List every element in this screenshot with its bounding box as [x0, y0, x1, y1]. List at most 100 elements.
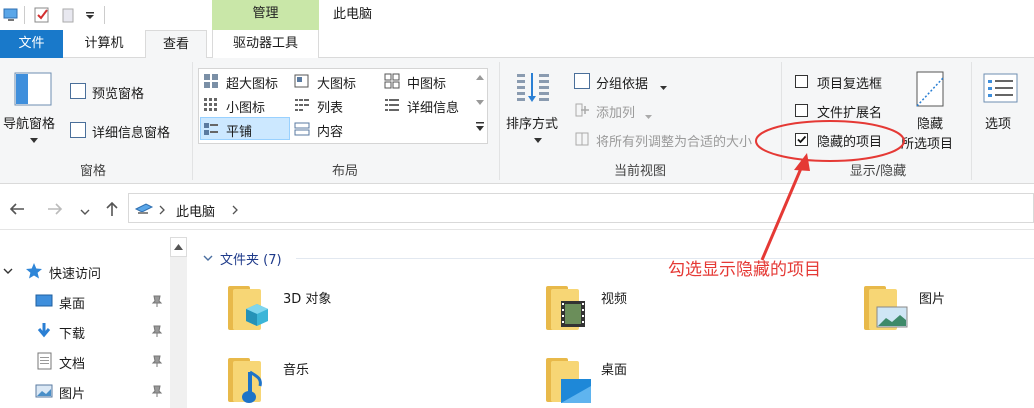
manage-contextual-tab[interactable]: 管理 — [212, 0, 319, 30]
details-pane-icon — [70, 122, 86, 138]
folder-icon[interactable] — [546, 286, 585, 330]
scroll-up-button[interactable] — [170, 237, 187, 257]
properties-icon[interactable] — [33, 6, 51, 24]
annotation-text: 勾选显示隐藏的项目 — [668, 260, 821, 280]
folder-music[interactable]: 音乐 — [283, 359, 309, 378]
hide-selected-label[interactable]: 隐藏 — [917, 113, 943, 132]
preview-pane-button[interactable]: 预览窗格 — [92, 83, 144, 102]
chevron-right-icon[interactable] — [158, 204, 166, 215]
title-bar — [0, 0, 1034, 30]
folder-3d-objects[interactable]: 3D 对象 — [283, 288, 331, 307]
layout-large-icons[interactable]: 大图标 — [317, 73, 356, 92]
hide-selected-icon[interactable] — [914, 70, 948, 110]
extra-large-icons-icon — [203, 73, 219, 89]
breadcrumb-location[interactable]: 此电脑 — [176, 201, 215, 220]
layout-content[interactable]: 内容 — [317, 121, 343, 140]
item-checkboxes-checkbox[interactable] — [795, 75, 808, 88]
tab-computer[interactable]: 计算机 — [68, 30, 140, 58]
download-icon — [35, 322, 53, 340]
pin-icon[interactable] — [150, 354, 164, 368]
preview-pane-icon — [70, 83, 86, 99]
up-arrow-icon[interactable] — [103, 200, 121, 218]
desktop-icon — [35, 293, 53, 309]
quick-access-label[interactable]: 快速访问 — [49, 263, 101, 282]
options-button[interactable]: 选项 — [985, 113, 1011, 132]
group-by-icon — [574, 73, 590, 89]
layout-tiles[interactable]: 平铺 — [226, 121, 252, 140]
group-label-current-view: 当前视图 — [613, 164, 666, 179]
sort-by-button[interactable]: 排序方式 — [506, 113, 558, 132]
annotation-arrow-line — [760, 165, 804, 261]
folder-icon[interactable] — [228, 286, 268, 330]
add-column-button[interactable]: 添加列 — [596, 102, 635, 121]
chevron-down-icon — [534, 132, 542, 143]
group-by-button[interactable]: 分组依据 — [596, 73, 648, 92]
sort-by-icon[interactable] — [515, 70, 553, 106]
details-icon — [384, 97, 400, 113]
add-column-icon — [574, 102, 590, 118]
folder-videos[interactable]: 视频 — [601, 288, 627, 307]
section-collapse-chevron-icon[interactable] — [202, 252, 214, 262]
file-extensions-checkbox[interactable] — [795, 104, 808, 117]
back-arrow-icon[interactable] — [8, 200, 26, 218]
picture-icon — [35, 383, 53, 399]
list-icon — [294, 97, 310, 113]
layout-small-icons[interactable]: 小图标 — [226, 97, 265, 116]
layout-details[interactable]: 详细信息 — [407, 97, 459, 116]
tab-file[interactable]: 文件 — [0, 30, 63, 58]
group-separator — [971, 62, 972, 180]
nav-item-desktop[interactable]: 桌面 — [59, 293, 85, 312]
nav-item-pictures[interactable]: 图片 — [59, 383, 85, 402]
group-separator — [499, 62, 500, 180]
toolbar-divider — [104, 6, 105, 24]
nav-pane-icon[interactable] — [14, 72, 52, 106]
new-folder-icon[interactable] — [60, 6, 76, 24]
toolbar-divider — [24, 6, 25, 24]
options-icon[interactable] — [983, 72, 1019, 106]
document-icon — [37, 352, 53, 370]
chevron-down-icon — [645, 108, 652, 119]
tab-view[interactable]: 查看 — [145, 30, 207, 59]
customize-qat-icon[interactable] — [84, 10, 96, 28]
section-header-folders[interactable]: 文件夹 (7) — [220, 249, 282, 268]
nav-item-documents[interactable]: 文档 — [59, 353, 85, 372]
forward-arrow-icon[interactable] — [46, 200, 64, 218]
folder-icon[interactable] — [864, 286, 908, 330]
window-title: 此电脑 — [333, 7, 373, 22]
folder-pictures[interactable]: 图片 — [919, 288, 945, 307]
folder-icon[interactable] — [228, 358, 262, 403]
folder-icon[interactable] — [546, 358, 591, 403]
large-icons-icon — [294, 73, 310, 89]
annotation-circle — [755, 120, 905, 162]
pin-icon[interactable] — [150, 384, 164, 398]
nav-pane-button[interactable]: 导航窗格 — [3, 113, 55, 132]
explorer-window: 管理 此电脑 文件 计算机 查看 驱动器工具 导航窗格 预览窗格 详细信息窗格 … — [0, 0, 1034, 408]
group-label-panes: 窗格 — [79, 164, 106, 179]
fit-columns-button[interactable]: 将所有列调整为合适的大小 — [596, 131, 752, 150]
layout-extra-large-icons[interactable]: 超大图标 — [226, 73, 278, 92]
computer-icon[interactable] — [2, 6, 20, 24]
nav-item-downloads[interactable]: 下载 — [59, 323, 85, 342]
tab-drive-tools[interactable]: 驱动器工具 — [212, 30, 319, 58]
pin-icon[interactable] — [150, 294, 164, 308]
chevron-down-icon — [660, 79, 667, 90]
expand-chevron-icon[interactable] — [3, 265, 13, 275]
layout-medium-icons[interactable]: 中图标 — [407, 73, 446, 92]
chevron-down-icon — [30, 132, 38, 143]
chevron-right-icon[interactable] — [231, 204, 239, 215]
group-separator — [192, 62, 193, 180]
content-icon — [294, 121, 310, 137]
pin-icon[interactable] — [150, 324, 164, 338]
fit-columns-icon — [574, 131, 590, 147]
star-icon — [25, 262, 43, 280]
folder-desktop[interactable]: 桌面 — [601, 359, 627, 378]
layout-list[interactable]: 列表 — [317, 97, 343, 116]
recent-locations-chevron-icon[interactable] — [80, 205, 90, 215]
scrollbar-track[interactable] — [170, 257, 187, 408]
group-label-layout: 布局 — [331, 164, 358, 179]
medium-icons-icon — [384, 73, 400, 89]
item-checkboxes-label: 项目复选框 — [817, 77, 883, 92]
details-pane-button[interactable]: 详细信息窗格 — [92, 122, 170, 141]
annotation-overlay — [755, 120, 905, 261]
gallery-scroll[interactable] — [474, 72, 486, 140]
